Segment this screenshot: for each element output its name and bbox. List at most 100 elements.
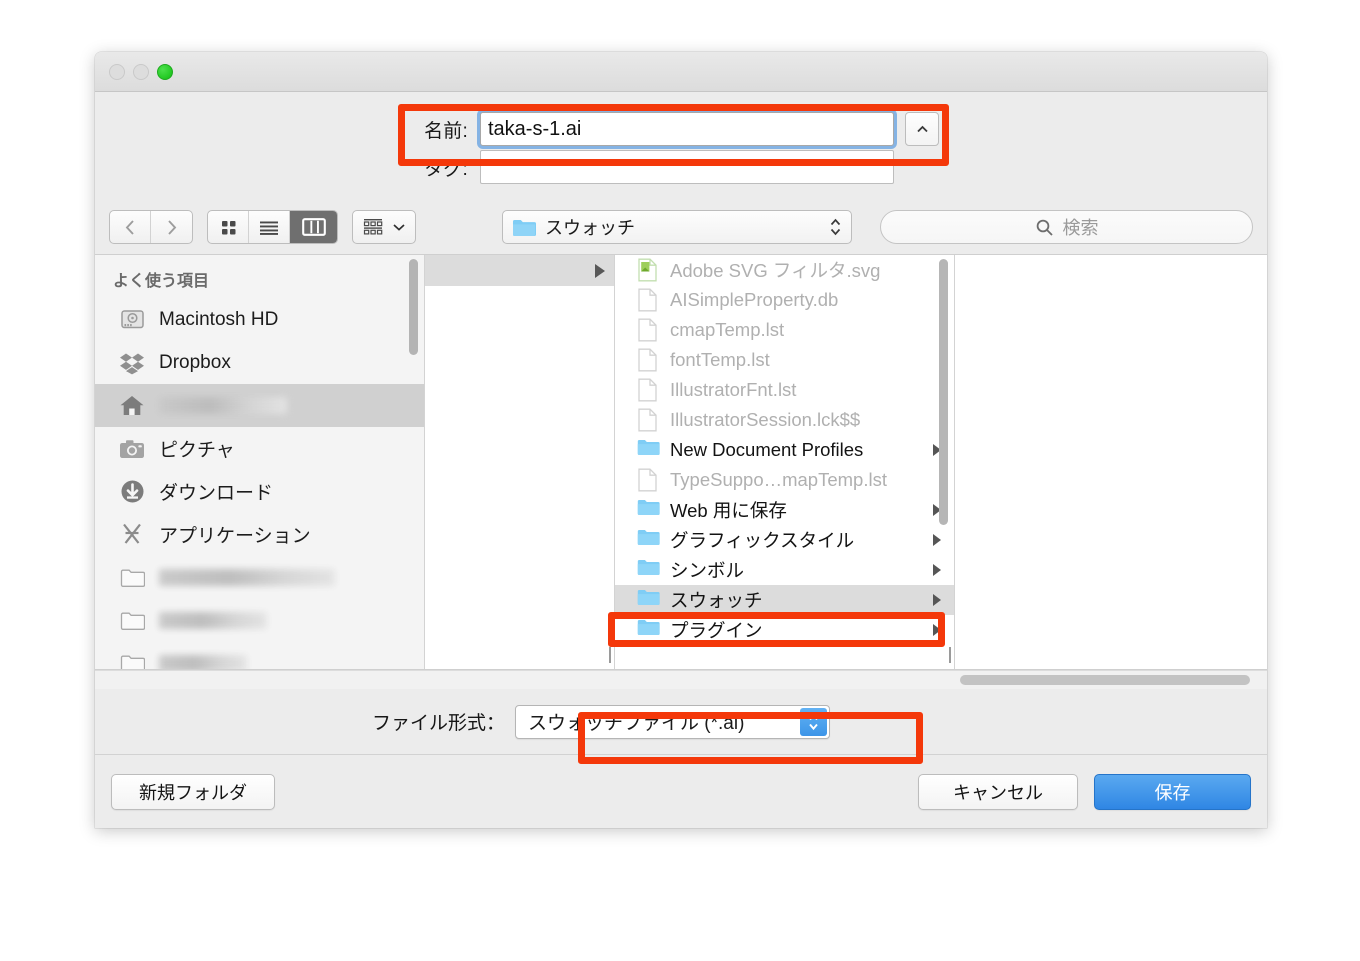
- file-row[interactable]: IllustratorFnt.lst: [615, 375, 954, 405]
- file-row[interactable]: プラグイン: [615, 615, 954, 645]
- column-view-button[interactable]: [290, 211, 337, 243]
- horizontal-scrollbar-track[interactable]: [95, 670, 1267, 689]
- dialog-action-bar: 新規フォルダ キャンセル 保存: [95, 755, 1267, 828]
- tags-row: タグ:: [95, 148, 1267, 186]
- folder-icon: [637, 498, 660, 522]
- sidebar-item-label: ピクチャ: [159, 440, 235, 461]
- file-row[interactable]: AISimpleProperty.db: [615, 285, 954, 315]
- file-browser: よく使う項目 Macintosh HD Dropbox ピクチャ ダウンロード …: [95, 254, 1267, 670]
- filename-input[interactable]: [480, 112, 894, 146]
- horizontal-scrollbar-thumb[interactable]: [960, 675, 1250, 685]
- sidebar-item-folder-3[interactable]: [95, 642, 424, 669]
- file-row-selected[interactable]: スウォッチ: [615, 585, 954, 615]
- zoom-button-icon[interactable]: [157, 63, 173, 80]
- dropbox-icon: [119, 350, 145, 376]
- file-name-label: TypeSuppo…mapTemp.lst: [670, 469, 887, 490]
- arrange-button[interactable]: [352, 210, 416, 244]
- sidebar-item-label-redacted: [159, 569, 335, 586]
- list-view-button[interactable]: [249, 211, 290, 243]
- navigation-buttons: [109, 210, 193, 244]
- expand-dialog-button[interactable]: [905, 112, 939, 146]
- browser-column-parent: [425, 255, 619, 669]
- sidebar: よく使う項目 Macintosh HD Dropbox ピクチャ ダウンロード …: [95, 255, 425, 669]
- folder-icon: [637, 438, 660, 462]
- sidebar-section-header: よく使う項目: [113, 273, 210, 290]
- file-icon: [637, 408, 659, 432]
- browser-column-preview: [955, 255, 1267, 669]
- tags-input[interactable]: [480, 150, 894, 184]
- forward-button[interactable]: [151, 211, 192, 243]
- file-row[interactable]: IllustratorSession.lck$$: [615, 405, 954, 435]
- file-format-popup[interactable]: スウォッチファイル (*.ai): [515, 704, 830, 739]
- cancel-button[interactable]: キャンセル: [918, 773, 1078, 810]
- file-format-label: ファイル形式：: [371, 713, 505, 734]
- harddisk-icon: [119, 307, 145, 333]
- search-placeholder-label: 検索: [1062, 218, 1099, 238]
- file-row[interactable]: New Document Profiles: [615, 435, 954, 465]
- file-name-label: cmapTemp.lst: [670, 319, 785, 340]
- sidebar-item-dropbox[interactable]: Dropbox: [95, 341, 424, 384]
- file-name-label: fontTemp.lst: [670, 349, 770, 370]
- arrange-icon: [363, 219, 383, 235]
- file-icon: [637, 378, 659, 402]
- sidebar-item-label-redacted: [159, 397, 287, 414]
- columns-icon: [301, 218, 326, 236]
- disclosure-arrow-icon: [595, 263, 605, 278]
- icon-view-button[interactable]: [208, 211, 249, 243]
- column-resize-handle[interactable]: [949, 647, 954, 663]
- sidebar-item-folder-2[interactable]: [95, 599, 424, 642]
- file-row[interactable]: fontTemp.lst: [615, 345, 954, 375]
- new-folder-button[interactable]: 新規フォルダ: [111, 773, 275, 810]
- file-row[interactable]: Adobe SVG フィルタ.svg: [615, 255, 954, 285]
- search-icon: [1036, 219, 1053, 236]
- file-name-label: New Document Profiles: [670, 439, 864, 460]
- chevron-up-icon: [916, 125, 928, 132]
- minimize-button-icon[interactable]: [133, 63, 149, 80]
- file-row[interactable]: Web 用に保存: [615, 495, 954, 525]
- file-name-label: IllustratorSession.lck$$: [670, 409, 861, 430]
- file-icon: [637, 348, 659, 372]
- sidebar-item-label: Dropbox: [159, 351, 231, 373]
- name-and-tags-section: 名前: タグ:: [95, 92, 1267, 200]
- file-name-label: シンボル: [670, 560, 745, 581]
- file-row[interactable]: TypeSuppo…mapTemp.lst: [615, 465, 954, 495]
- file-row[interactable]: cmapTemp.lst: [615, 315, 954, 345]
- folder-icon: [637, 528, 660, 552]
- disclosure-arrow-icon: [933, 624, 941, 636]
- sidebar-item-macintosh-hd[interactable]: Macintosh HD: [95, 298, 424, 341]
- download-icon: [119, 479, 145, 505]
- file-list-scrollbar[interactable]: [939, 259, 948, 525]
- traffic-light-group: [109, 63, 173, 80]
- folder-icon: [119, 565, 145, 591]
- save-dialog-window: 名前: タグ:: [95, 52, 1267, 828]
- sidebar-scrollbar[interactable]: [409, 259, 418, 355]
- search-field[interactable]: 検索: [880, 210, 1253, 244]
- back-button[interactable]: [110, 211, 151, 243]
- sidebar-item-folder-1[interactable]: [95, 556, 424, 599]
- sidebar-item-pictures[interactable]: ピクチャ: [95, 427, 424, 470]
- close-button-icon[interactable]: [109, 63, 125, 80]
- list-icon: [260, 221, 278, 235]
- sidebar-item-home[interactable]: [95, 384, 424, 427]
- chevron-right-icon: [168, 219, 177, 235]
- file-icon: [637, 318, 659, 342]
- file-row[interactable]: グラフィックスタイル: [615, 525, 954, 555]
- folder-icon: [513, 219, 536, 236]
- disclosure-arrow-icon: [933, 564, 941, 576]
- current-folder-popup[interactable]: スウォッチ: [502, 210, 852, 244]
- save-button[interactable]: 保存: [1094, 773, 1251, 810]
- sidebar-item-downloads[interactable]: ダウンロード: [95, 470, 424, 513]
- window-titlebar: [95, 52, 1267, 92]
- file-name-label: グラフィックスタイル: [670, 530, 855, 551]
- file-name-label: Adobe SVG フィルタ.svg: [670, 260, 881, 281]
- applications-icon: [119, 522, 145, 548]
- file-row[interactable]: シンボル: [615, 555, 954, 585]
- file-format-row: ファイル形式： スウォッチファイル (*.ai): [95, 689, 1267, 755]
- parent-folder-row-selected[interactable]: [425, 255, 614, 286]
- file-name-label: AISimpleProperty.db: [670, 289, 839, 310]
- file-name-label: Web 用に保存: [670, 500, 787, 521]
- sidebar-item-label: ダウンロード: [159, 483, 274, 504]
- updown-chevron-icon[interactable]: [800, 707, 827, 736]
- sidebar-item-label-redacted: [159, 655, 247, 669]
- sidebar-item-applications[interactable]: アプリケーション: [95, 513, 424, 556]
